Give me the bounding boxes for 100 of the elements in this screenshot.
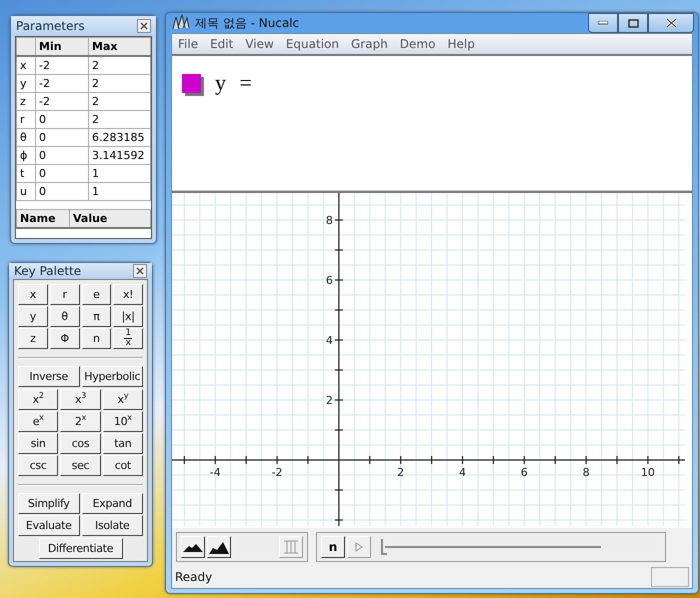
window-title: 제목 없음 - Nucalc (195, 14, 300, 32)
key-button[interactable]: 10$^{x}$ (102, 411, 143, 432)
status-text: Ready (175, 570, 212, 584)
table-cell: r (16, 110, 36, 128)
key-button[interactable]: Expand (82, 493, 143, 514)
key-button[interactable]: e$^{x}$ (18, 411, 58, 432)
key-button[interactable]: r (50, 284, 80, 305)
resize-grip[interactable] (651, 567, 689, 587)
table-cell[interactable]: 1 (88, 182, 150, 200)
key-button[interactable]: θ (50, 306, 80, 327)
key-button[interactable]: cos (60, 433, 101, 454)
key-button[interactable]: Inverse (18, 366, 80, 387)
graph-style-button[interactable] (207, 536, 231, 558)
key-button[interactable]: cot (102, 455, 143, 476)
table-cell: t (16, 164, 36, 182)
table-cell[interactable]: 3.141592 (88, 146, 150, 164)
key-button[interactable]: Isolate (82, 515, 143, 536)
mountain-icon (183, 542, 203, 552)
column-header: Max (88, 38, 150, 56)
key-button[interactable]: |x| (113, 306, 143, 327)
table-cell[interactable]: 2 (88, 110, 150, 128)
axis-tick-label: -4 (210, 466, 221, 479)
table-cell: ϕ (16, 146, 36, 164)
menu-item[interactable]: Demo (394, 37, 442, 51)
close-button[interactable] (648, 13, 694, 33)
key-button[interactable]: csc (18, 455, 58, 476)
panel-title: Parameters (16, 19, 85, 33)
key-button[interactable]: x$^{y}$ (102, 389, 143, 410)
axis-tick-label: 10 (640, 466, 655, 479)
columns-button[interactable] (279, 536, 303, 558)
key-button[interactable]: x$^{2}$ (18, 389, 58, 410)
close-icon (666, 18, 676, 28)
table-cell[interactable]: 2 (88, 92, 150, 110)
axis-tick-label: 2 (326, 394, 333, 407)
menu-item[interactable]: Graph (344, 37, 394, 51)
key-button[interactable]: 2$^{x}$ (60, 411, 101, 432)
key-button[interactable]: e (82, 284, 112, 305)
table-cell[interactable]: 0 (36, 110, 88, 128)
graph-style-button[interactable] (181, 536, 205, 558)
table-cell: x (16, 56, 36, 74)
table-cell[interactable]: -2 (36, 74, 88, 92)
key-button[interactable]: Hyperbolic (82, 366, 143, 387)
column-header: Name (16, 210, 70, 228)
equation-text: y = (215, 72, 252, 94)
axis-tick-label: 8 (582, 466, 590, 479)
close-icon (136, 267, 144, 275)
menu-item[interactable]: File (172, 37, 204, 51)
key-button[interactable]: Evaluate (18, 515, 80, 536)
n-button[interactable]: n (321, 536, 345, 558)
key-button[interactable]: sec (60, 455, 101, 476)
key-button[interactable]: Φ (50, 328, 80, 349)
key-button[interactable]: Differentiate (38, 538, 122, 559)
axis-tick-label: 2 (397, 466, 404, 479)
table-cell: y (16, 74, 36, 92)
columns-icon (283, 539, 299, 555)
menu-item[interactable]: Equation (280, 37, 345, 51)
table-cell[interactable]: 0 (36, 146, 88, 164)
key-button[interactable]: Simplify (18, 493, 80, 514)
table-cell: θ (16, 128, 36, 146)
axis-tick-label: 4 (459, 466, 466, 479)
close-icon (140, 22, 148, 30)
panel-title: Key Palette (14, 264, 82, 278)
table-cell: u (16, 182, 36, 200)
table-cell[interactable]: 2 (88, 56, 150, 74)
table-cell: z (16, 92, 36, 110)
minimize-button[interactable] (588, 13, 618, 33)
axis-tick-label: 4 (326, 334, 333, 347)
key-button[interactable]: tan (102, 433, 143, 454)
key-button[interactable]: x (18, 284, 48, 305)
axis-tick-label: 6 (326, 274, 333, 287)
column-header: Value (70, 210, 150, 228)
table-cell[interactable]: 0 (36, 128, 88, 146)
table-cell[interactable]: 0 (36, 182, 88, 200)
slider[interactable] (381, 537, 601, 557)
key-button[interactable]: x! (113, 284, 143, 305)
table-cell[interactable]: 0 (36, 164, 88, 182)
close-button[interactable] (137, 19, 151, 33)
key-button[interactable]: x$^{3}$ (60, 389, 101, 410)
slider-thumb[interactable] (381, 539, 387, 555)
key-button[interactable]: 1 x (113, 328, 143, 349)
column-header (16, 38, 36, 56)
table-cell[interactable]: -2 (36, 92, 88, 110)
close-button[interactable] (133, 264, 147, 278)
menu-item[interactable]: View (239, 37, 280, 51)
table-cell[interactable]: -2 (36, 56, 88, 74)
maximize-button[interactable] (618, 13, 648, 33)
key-button[interactable]: π (82, 306, 112, 327)
menu-item[interactable]: Help (441, 37, 481, 51)
axis-tick-label: -2 (272, 466, 283, 479)
key-button[interactable]: z (18, 328, 48, 349)
color-swatch[interactable] (182, 74, 201, 93)
key-button[interactable]: y (18, 306, 48, 327)
table-cell[interactable]: 2 (88, 74, 150, 92)
key-button[interactable]: n (82, 328, 112, 349)
axis-tick-label: 6 (520, 466, 528, 479)
menu-item[interactable]: Edit (204, 37, 240, 51)
column-header: Min (36, 38, 88, 56)
table-cell[interactable]: 6.283185 (88, 128, 150, 146)
key-button[interactable]: sin (18, 433, 58, 454)
table-cell[interactable]: 1 (88, 164, 150, 182)
